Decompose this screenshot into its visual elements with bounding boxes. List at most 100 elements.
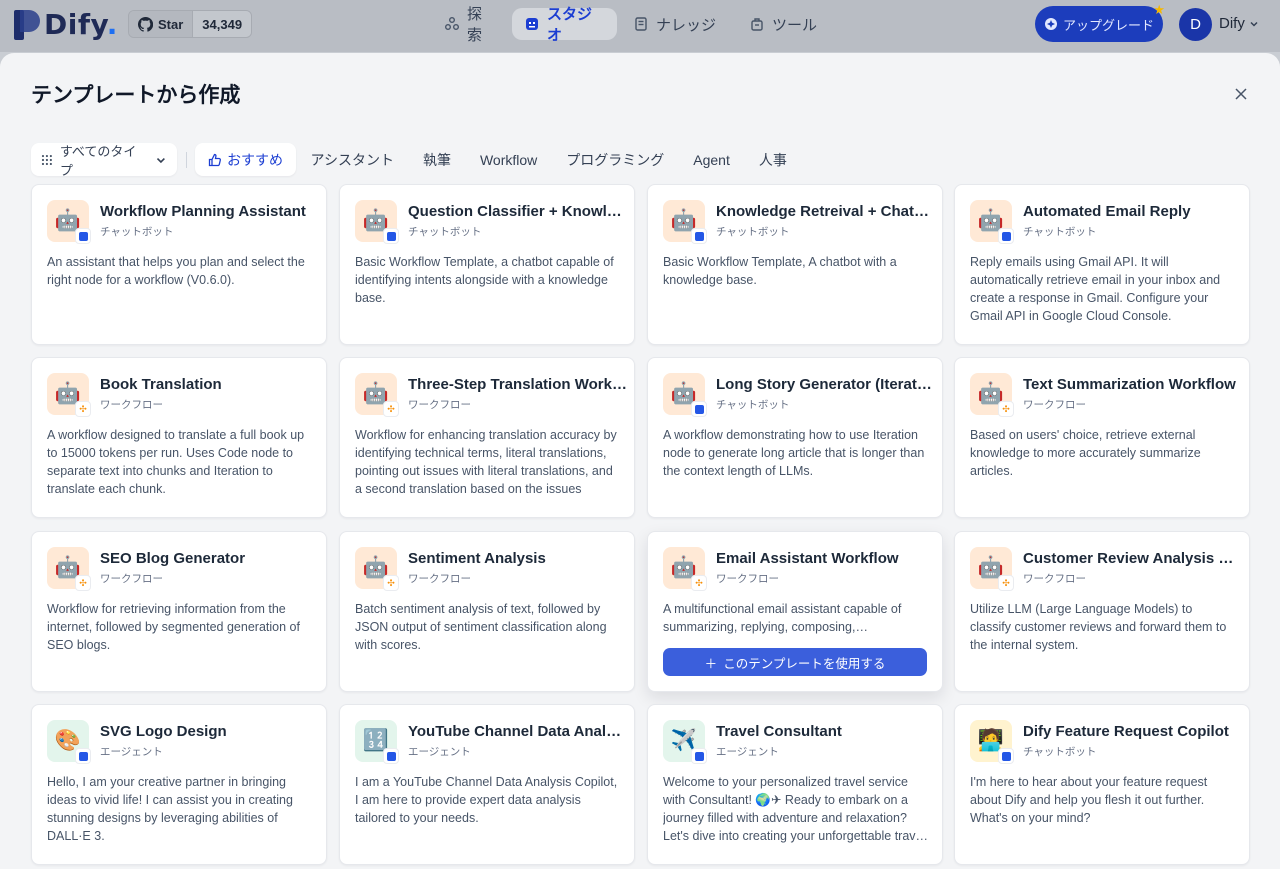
dify-logo[interactable]: Dify. bbox=[14, 8, 118, 41]
sparkle-icon: ★ bbox=[1153, 2, 1165, 17]
template-description: Utilize LLM (Large Language Models) to c… bbox=[970, 602, 1227, 652]
app-type-badge bbox=[75, 228, 91, 244]
nav-label: ツール bbox=[772, 16, 818, 34]
template-card[interactable]: 🤖 ✣ Sentiment Analysis ワークフロー Batch sentimen… bbox=[339, 531, 635, 692]
use-template-label: このテンプレートを使用する bbox=[723, 656, 886, 671]
template-description: A workflow designed to translate a full … bbox=[47, 428, 305, 496]
template-type: ワークフロー bbox=[408, 573, 471, 585]
template-card[interactable]: 🤖 ✣ SEO Blog Generator ワークフロー Workflow for r… bbox=[31, 531, 327, 692]
template-description: Workflow for enhancing translation accur… bbox=[355, 428, 617, 496]
template-title: Three-Step Translation Workflow bbox=[408, 376, 628, 393]
user-menu[interactable]: Dify bbox=[1219, 15, 1260, 32]
app-type-badge bbox=[998, 748, 1014, 764]
template-title: Long Story Generator (Iteration) bbox=[716, 376, 936, 393]
template-title: YouTube Channel Data Analysis bbox=[408, 723, 628, 740]
template-title: Book Translation bbox=[100, 376, 222, 393]
tab-programming[interactable]: プログラミング bbox=[552, 143, 679, 176]
template-title: Sentiment Analysis bbox=[408, 550, 546, 567]
type-select-label: すべてのタイプ bbox=[59, 143, 137, 178]
workflow-badge-icon: ✣ bbox=[79, 577, 87, 588]
tab-recommended[interactable]: おすすめ bbox=[195, 143, 296, 176]
template-type: チャットボット bbox=[1023, 226, 1097, 238]
template-title: Question Classifier + Knowledge + Chatbo… bbox=[408, 203, 628, 220]
avatar[interactable]: D bbox=[1179, 8, 1212, 41]
template-card[interactable]: 🔢 YouTube Channel Data Analysis エージェント I am… bbox=[339, 704, 635, 865]
template-title: Customer Review Analysis Workflow bbox=[1023, 550, 1243, 567]
chatbot-badge-icon bbox=[78, 231, 88, 241]
star-label: Star bbox=[158, 16, 184, 32]
tab-label: おすすめ bbox=[227, 151, 283, 168]
use-template-button[interactable]: ＋ このテンプレートを使用する bbox=[663, 648, 927, 676]
workflow-badge-icon: ✣ bbox=[387, 577, 395, 588]
template-type: チャットボット bbox=[408, 226, 482, 238]
nav-studio[interactable]: スタジオ bbox=[512, 6, 617, 44]
template-card[interactable]: 🤖 ✣ Email Assistant Workflow ワークフロー A multif… bbox=[647, 531, 943, 692]
template-description: I am a YouTube Channel Data Analysis Cop… bbox=[355, 775, 618, 825]
template-type: ワークフロー bbox=[100, 573, 163, 585]
template-card[interactable]: 🤖 ✣ Text Summarization Workflow ワークフロー Based… bbox=[954, 357, 1250, 518]
template-card[interactable]: 🤖 ✣ Three-Step Translation Workflow ワークフロー W… bbox=[339, 357, 635, 518]
logo-text: Dify bbox=[44, 8, 107, 41]
chatbot-badge-icon bbox=[1001, 751, 1011, 761]
plus-icon: ＋ bbox=[704, 656, 718, 671]
template-type: ワークフロー bbox=[408, 399, 471, 411]
template-description: Batch sentiment analysis of text, follow… bbox=[355, 602, 607, 652]
tab-workflow[interactable]: Workflow bbox=[465, 143, 551, 176]
github-star-button[interactable]: Star 34,349 bbox=[128, 10, 253, 38]
tab-writing[interactable]: 執筆 bbox=[408, 143, 465, 176]
template-card[interactable]: ✈️ Travel Consultant エージェント Welcome to your… bbox=[647, 704, 943, 865]
chatbot-badge-icon bbox=[1001, 231, 1011, 241]
template-type: ワークフロー bbox=[716, 573, 779, 585]
close-icon[interactable] bbox=[1232, 85, 1250, 103]
template-type: チャットボット bbox=[100, 226, 174, 238]
template-description: Based on users' choice, retrieve externa… bbox=[970, 428, 1201, 478]
template-description: An assistant that helps you plan and sel… bbox=[47, 255, 305, 287]
template-title: Knowledge Retreival + Chatbot bbox=[716, 203, 936, 220]
template-description: Hello, I am your creative partner in bri… bbox=[47, 775, 293, 843]
template-description: I'm here to hear about your feature requ… bbox=[970, 775, 1208, 825]
app-type-badge: ✣ bbox=[998, 575, 1014, 591]
chevron-down-icon bbox=[157, 157, 166, 163]
template-description: A workflow demonstrating how to use Iter… bbox=[663, 428, 925, 478]
template-card[interactable]: 🤖✣Customer Review Analysis Workflowワークフロ… bbox=[954, 531, 1250, 692]
nav-knowledge[interactable]: ナレッジ bbox=[621, 8, 733, 40]
template-description: Workflow for retrieving information from… bbox=[47, 602, 300, 652]
nav-explore[interactable]: 探索 bbox=[432, 6, 508, 44]
template-card[interactable]: 🤖 ✣ Book Translation ワークフロー A workflow desig… bbox=[31, 357, 327, 518]
template-card[interactable]: 🤖 Workflow Planning Assistant チャットボット An as… bbox=[31, 184, 327, 345]
app-type-badge: ✣ bbox=[691, 575, 707, 591]
template-card[interactable]: 🤖 Automated Email Reply チャットボット Reply email… bbox=[954, 184, 1250, 345]
template-type: エージェント bbox=[408, 746, 471, 758]
template-type: チャットボット bbox=[716, 226, 790, 238]
template-card[interactable]: 🤖Question Classifier + Knowledge + Chatb… bbox=[339, 184, 635, 345]
template-card[interactable]: 🧑‍💻 Dify Feature Request Copilot チャットボット I'… bbox=[954, 704, 1250, 865]
app-type-badge bbox=[75, 748, 91, 764]
template-title: Text Summarization Workflow bbox=[1023, 376, 1236, 393]
nav-tools[interactable]: ツール bbox=[737, 8, 831, 40]
modal-title: テンプレートから作成 bbox=[31, 84, 241, 107]
chatbot-badge-icon bbox=[694, 231, 704, 241]
chatbot-badge-icon bbox=[694, 404, 704, 414]
app-type-badge bbox=[691, 401, 707, 417]
template-card[interactable]: 🎨 SVG Logo Design エージェント Hello, I am your c… bbox=[31, 704, 327, 865]
type-select[interactable]: すべてのタイプ bbox=[31, 143, 177, 178]
tab-hr[interactable]: 人事 bbox=[744, 143, 801, 176]
app-type-badge bbox=[383, 748, 399, 764]
template-type: ワークフロー bbox=[1023, 573, 1086, 585]
filter-row: すべてのタイプ おすすめ アシスタント 執筆 Workflow プログラミング … bbox=[31, 143, 801, 178]
upgrade-button[interactable]: アップグレード ★ bbox=[1035, 2, 1165, 42]
chatbot-badge-icon bbox=[78, 751, 88, 761]
dify-logo-mark bbox=[14, 9, 40, 40]
template-title: Dify Feature Request Copilot bbox=[1023, 723, 1229, 740]
tab-agent[interactable]: Agent bbox=[679, 143, 745, 176]
app-type-badge: ✣ bbox=[383, 575, 399, 591]
nav-label: ナレッジ bbox=[656, 16, 717, 34]
tab-assistant[interactable]: アシスタント bbox=[296, 143, 408, 176]
template-card[interactable]: 🤖 Knowledge Retreival + Chatbot チャットボット Bas… bbox=[647, 184, 943, 345]
template-type: チャットボット bbox=[716, 399, 790, 411]
template-card[interactable]: 🤖 Long Story Generator (Iteration) チャットボット… bbox=[647, 357, 943, 518]
thumbs-up-icon bbox=[208, 153, 221, 166]
knowledge-icon bbox=[633, 16, 649, 32]
template-title: Automated Email Reply bbox=[1023, 203, 1191, 220]
tools-icon bbox=[749, 16, 765, 32]
